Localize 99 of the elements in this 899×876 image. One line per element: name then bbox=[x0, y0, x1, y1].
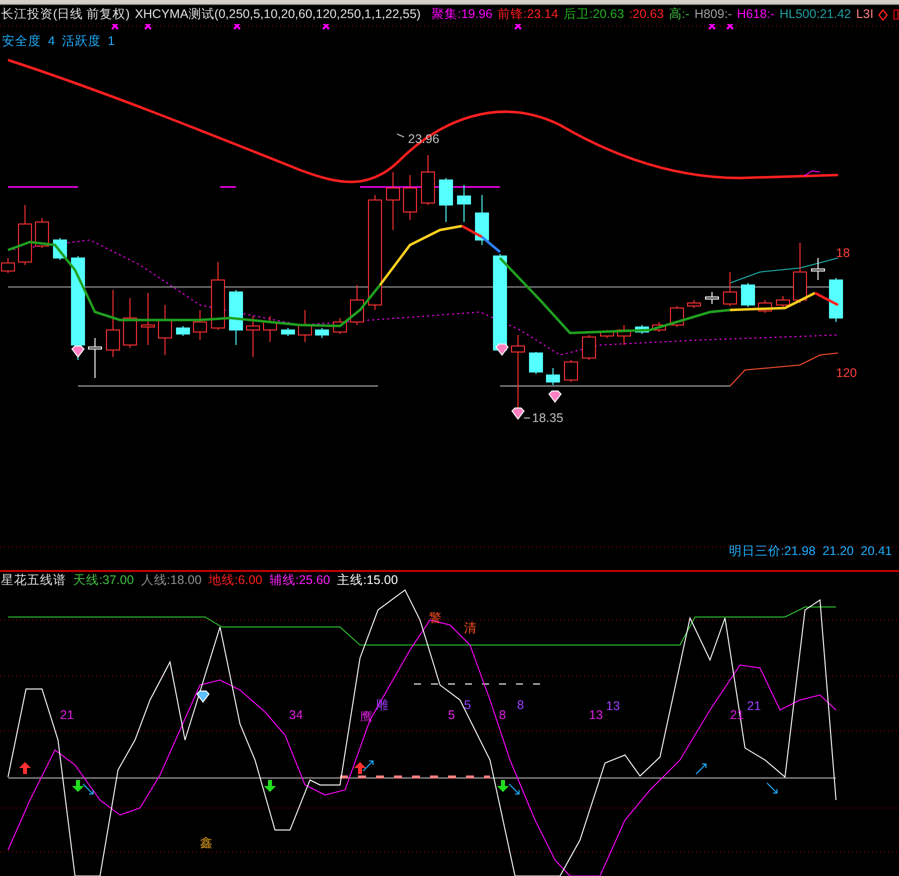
chart-label: 13 bbox=[589, 708, 603, 722]
indicator-name: XHCYMA测试(0,250,5,10,20,60,120,250,1,1,22,55) bbox=[134, 6, 421, 24]
indicator-value: 前锋:23.14 bbox=[497, 6, 558, 24]
up-arrow-icon bbox=[354, 762, 366, 774]
candlestick bbox=[723, 272, 737, 306]
indicator-value: :20.63 bbox=[629, 6, 664, 24]
chart-label: 清 bbox=[464, 621, 477, 635]
chart-label: 鑫 bbox=[200, 836, 213, 850]
cross-mark-icon bbox=[726, 24, 734, 30]
up-right-arrow-icon bbox=[362, 760, 374, 772]
chart-label: 8 bbox=[517, 698, 524, 712]
leader-line bbox=[396, 134, 404, 138]
candlestick bbox=[776, 296, 790, 308]
indicator-value: 人线:18.00 bbox=[140, 572, 202, 590]
candlestick bbox=[635, 324, 649, 334]
stock-title: 长江投资(日线 前复权) bbox=[1, 6, 130, 24]
candlestick bbox=[246, 316, 260, 358]
indicator-value: HL500:21.42 bbox=[780, 6, 852, 24]
down-right-arrow-icon bbox=[766, 782, 778, 794]
price-label: 120 bbox=[836, 366, 857, 380]
down-arrow-icon bbox=[264, 780, 276, 792]
candlestick bbox=[315, 328, 329, 338]
diamond-icon[interactable] bbox=[878, 8, 888, 20]
candlestick bbox=[18, 204, 32, 266]
chart-label: 5 bbox=[448, 708, 455, 722]
candlestick bbox=[439, 178, 453, 222]
gem-icon bbox=[196, 690, 210, 703]
candlestick bbox=[793, 242, 807, 304]
candlestick bbox=[529, 352, 543, 374]
gem-icon bbox=[548, 390, 562, 403]
chart-label: 5 bbox=[464, 698, 471, 712]
chart-label: 8 bbox=[499, 708, 506, 722]
candlestick bbox=[211, 262, 225, 330]
cut-label: L3I bbox=[856, 6, 874, 24]
chart-label: 34 bbox=[289, 708, 303, 722]
short-line-mark bbox=[804, 170, 820, 176]
candlestick bbox=[457, 184, 471, 222]
candlestick bbox=[564, 360, 578, 382]
forecast-label: 明日三价:21.98 21.20 20.41 bbox=[728, 544, 892, 558]
candlestick bbox=[158, 304, 172, 356]
safety-label: 安全度 4 活跃度 1 bbox=[2, 34, 115, 48]
up-right-arrow-icon bbox=[696, 764, 706, 774]
candlestick bbox=[106, 290, 120, 358]
indicator-value: 高:- bbox=[668, 6, 690, 24]
indicator-value: 主线:15.00 bbox=[337, 572, 398, 590]
indicator-value: H809:- bbox=[694, 6, 732, 24]
indicator-value: H618:- bbox=[736, 6, 774, 24]
candlestick bbox=[829, 278, 843, 322]
chart-label: 鹰 bbox=[360, 710, 373, 724]
indicator-value: 天线:37.00 bbox=[73, 572, 134, 590]
gem-icon bbox=[511, 408, 525, 420]
candlestick bbox=[687, 300, 701, 308]
indicator-value: 聚集:19.96 bbox=[432, 6, 492, 24]
price-label: 18 bbox=[836, 246, 850, 260]
candlestick bbox=[741, 282, 755, 308]
indicator-value: 地线:6.00 bbox=[208, 572, 262, 590]
candlestick bbox=[758, 300, 772, 314]
chart-label: 13 bbox=[606, 699, 620, 713]
indicator-value: 后卫:20.63 bbox=[563, 6, 624, 24]
down-right-arrow-icon bbox=[508, 784, 520, 794]
candlestick bbox=[582, 334, 596, 360]
candlestick bbox=[229, 290, 243, 346]
candlestick bbox=[546, 368, 560, 386]
candlestick bbox=[263, 316, 277, 342]
candlestick bbox=[35, 218, 49, 248]
down-arrow-icon bbox=[72, 780, 84, 792]
indicator-name: 星花五线谱 bbox=[1, 572, 66, 590]
candlestick bbox=[88, 338, 102, 378]
down-arrow-icon bbox=[497, 780, 509, 792]
candlestick bbox=[281, 328, 295, 336]
cross-mark-icon bbox=[708, 24, 716, 30]
candlestick bbox=[600, 330, 614, 338]
price-label: 18.35 bbox=[532, 411, 564, 425]
gem-icon bbox=[495, 344, 509, 356]
candlestick bbox=[652, 322, 666, 332]
candlestick bbox=[811, 258, 825, 280]
chart-label: 21 bbox=[747, 699, 761, 713]
cross-mark-icon bbox=[144, 24, 152, 30]
candlestick bbox=[475, 194, 489, 246]
candlestick bbox=[617, 324, 631, 346]
chart-label: 21 bbox=[60, 708, 74, 722]
cross-mark-icon bbox=[322, 24, 330, 30]
candlestick bbox=[403, 174, 417, 220]
candlestick bbox=[193, 310, 207, 340]
cross-mark-icon bbox=[514, 24, 522, 30]
cross-mark-icon bbox=[233, 24, 241, 30]
candlestick bbox=[350, 284, 364, 326]
candlestick bbox=[176, 326, 190, 336]
candlestick bbox=[123, 298, 137, 348]
candlestick bbox=[705, 292, 719, 304]
candlestick bbox=[298, 310, 312, 342]
down-right-arrow-icon bbox=[82, 784, 94, 794]
cross-mark-icon bbox=[111, 24, 119, 30]
candlestick bbox=[333, 318, 347, 334]
candlestick bbox=[421, 154, 435, 206]
candlestick bbox=[386, 172, 400, 230]
up-arrow-icon bbox=[19, 762, 31, 774]
candlestick bbox=[141, 292, 155, 346]
indicator-value: 辅线:25.60 bbox=[269, 572, 330, 590]
